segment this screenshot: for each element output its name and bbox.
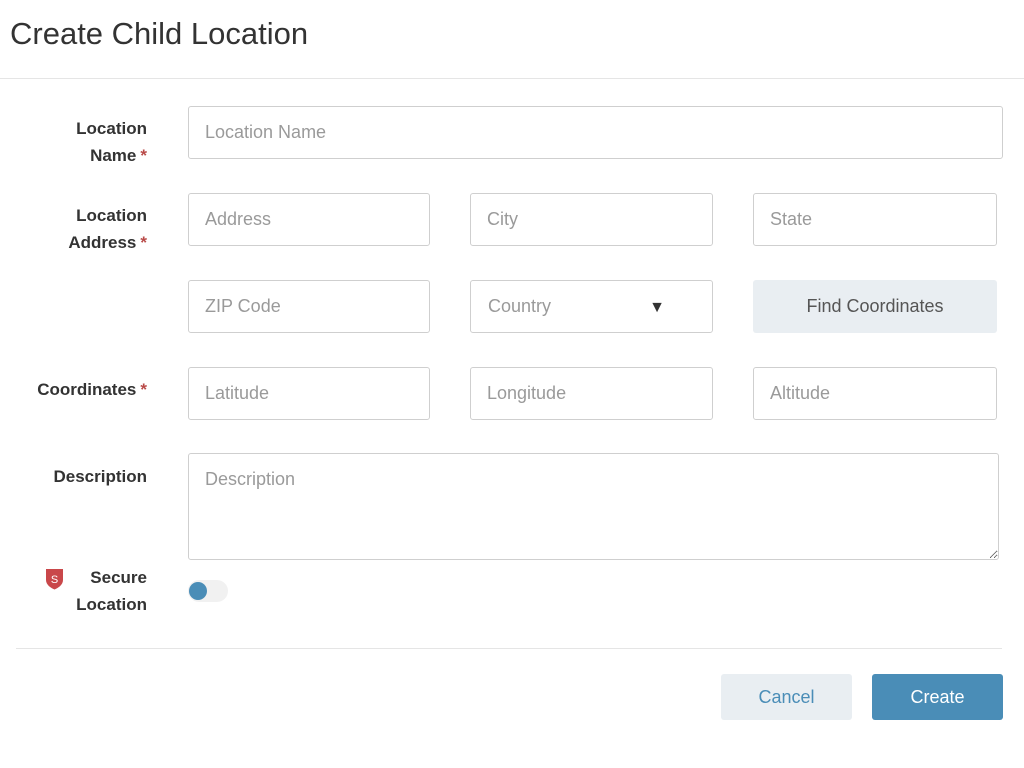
required-mark: *	[140, 233, 147, 252]
country-select-value: Country	[488, 296, 552, 316]
required-mark: *	[140, 380, 147, 399]
description-label: Description	[53, 467, 147, 486]
latitude-input[interactable]	[188, 367, 430, 420]
coordinates-label: Coordinates *	[37, 380, 147, 399]
footer-divider	[16, 648, 1002, 649]
zip-code-input[interactable]	[188, 280, 430, 333]
city-input[interactable]	[470, 193, 713, 246]
country-select[interactable]: Country ▼	[470, 280, 713, 333]
cancel-button[interactable]: Cancel	[721, 674, 852, 720]
dialog-title: Create Child Location	[10, 16, 309, 51]
longitude-input[interactable]	[470, 367, 713, 420]
caret-down-icon: ▼	[649, 299, 665, 316]
shield-icon: S	[46, 569, 63, 590]
create-button[interactable]: Create	[872, 674, 1003, 720]
address-input[interactable]	[188, 193, 430, 246]
location-address-label: Location Address *	[68, 206, 147, 252]
secure-location-label: Secure Location	[76, 568, 147, 614]
svg-text:S: S	[51, 574, 58, 586]
state-input[interactable]	[753, 193, 997, 246]
toggle-knob	[189, 582, 207, 600]
find-coordinates-button[interactable]: Find Coordinates	[753, 280, 997, 333]
secure-location-toggle[interactable]	[188, 580, 228, 602]
altitude-input[interactable]	[753, 367, 997, 420]
location-name-input[interactable]	[188, 106, 1003, 159]
description-textarea[interactable]	[188, 453, 999, 560]
location-name-label: Location Name *	[76, 119, 147, 165]
dialog-header: Create Child Location	[0, 0, 1024, 79]
required-mark: *	[140, 146, 147, 165]
